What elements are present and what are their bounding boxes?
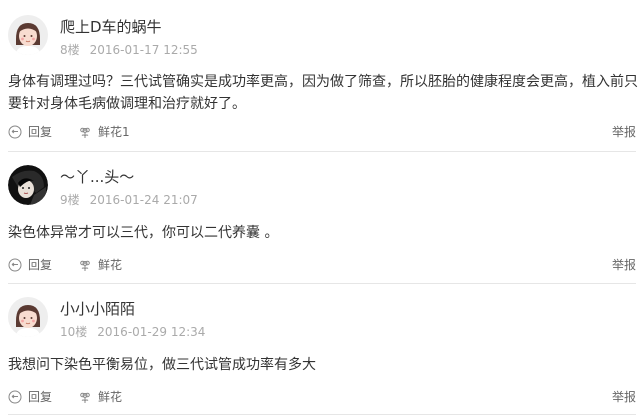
reply-button[interactable]: 回复 — [8, 388, 52, 405]
floor-number: 9楼 — [60, 193, 80, 207]
reply-icon — [8, 258, 22, 271]
comment-item: 小小小陌陌 10楼 2016-01-29 12:34 我想问下染色平衡易位，做三代… — [0, 282, 644, 414]
flower-button[interactable]: 鲜花1 — [78, 123, 130, 140]
comment-actions: 回复 鲜花 举报 — [8, 256, 636, 274]
comment-actions: 回复 鲜花1 举报 — [8, 123, 636, 141]
flower-icon — [80, 260, 90, 271]
floor-time: 10楼 2016-01-29 12:34 — [60, 323, 205, 340]
username[interactable]: ～丫...头～ — [60, 166, 134, 187]
default-girl-avatar-icon — [8, 15, 48, 55]
reply-icon — [8, 125, 22, 138]
divider — [8, 414, 636, 415]
flower-icon — [80, 127, 90, 138]
post-time: 2016-01-17 12:55 — [89, 43, 198, 57]
username[interactable]: 小小小陌陌 — [60, 298, 135, 319]
reply-button[interactable]: 回复 — [8, 123, 52, 140]
comment-item: 爬上D车的蜗牛 8楼 2016-01-17 12:55 身体有调理过吗？三代试管确… — [0, 0, 644, 139]
post-time: 2016-01-29 12:34 — [97, 325, 206, 339]
flower-label: 鲜花1 — [98, 125, 130, 139]
flower-button[interactable]: 鲜花 — [78, 256, 122, 273]
reply-button[interactable]: 回复 — [8, 256, 52, 273]
reply-label: 回复 — [28, 258, 53, 272]
floor-number: 10楼 — [60, 325, 88, 339]
default-girl-avatar-icon — [8, 297, 48, 337]
avatar[interactable] — [8, 165, 48, 205]
photo-avatar-icon — [8, 165, 48, 205]
reply-label: 回复 — [28, 125, 53, 139]
username[interactable]: 爬上D车的蜗牛 — [60, 16, 162, 37]
comment-content: 染色体异常才可以三代，你可以二代养囊 。 — [8, 225, 279, 241]
report-link[interactable]: 举报 — [612, 256, 636, 273]
floor-time: 8楼 2016-01-17 12:55 — [60, 41, 198, 58]
comment-content: 身体有调理过吗？三代试管确实是成功率更高，因为做了筛查，所以胚胎的健康程度会更高… — [8, 74, 638, 112]
reply-icon — [8, 390, 22, 403]
avatar[interactable] — [8, 15, 48, 55]
reply-label: 回复 — [28, 390, 53, 404]
avatar[interactable] — [8, 297, 48, 337]
post-time: 2016-01-24 21:07 — [89, 193, 198, 207]
comment-item: ～丫...头～ 9楼 2016-01-24 21:07 染色体异常才可以三代，你可… — [0, 150, 644, 282]
report-link[interactable]: 举报 — [612, 123, 636, 140]
floor-number: 8楼 — [60, 43, 80, 57]
comment-actions: 回复 鲜花 举报 — [8, 388, 636, 406]
flower-button[interactable]: 鲜花 — [78, 388, 122, 405]
comment-content: 我想问下染色平衡易位，做三代试管成功率有多大 — [8, 357, 316, 373]
floor-time: 9楼 2016-01-24 21:07 — [60, 191, 198, 208]
report-link[interactable]: 举报 — [612, 388, 636, 405]
flower-label: 鲜花 — [98, 390, 123, 404]
flower-label: 鲜花 — [98, 258, 123, 272]
flower-icon — [80, 392, 90, 403]
